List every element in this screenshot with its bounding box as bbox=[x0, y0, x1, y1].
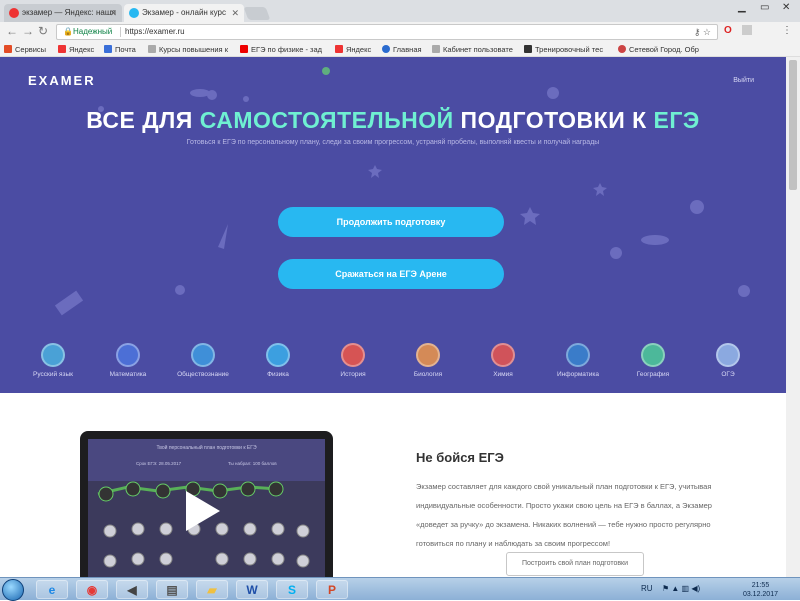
word-icon[interactable]: W bbox=[236, 580, 268, 599]
bookmark-item[interactable]: Сервисы bbox=[4, 42, 46, 57]
scrollbar-thumb[interactable] bbox=[789, 60, 797, 190]
flask-icon bbox=[491, 343, 515, 367]
key-star-icons[interactable]: ⚷ ☆ bbox=[694, 25, 711, 39]
address-bar[interactable]: 🔒 Надежный https://examer.ru ⚷ ☆ bbox=[56, 24, 718, 40]
minimize-icon[interactable]: ▁ bbox=[738, 2, 746, 13]
subject-russian[interactable]: Русский язык bbox=[13, 343, 93, 378]
subject-chemistry[interactable]: Химия bbox=[463, 343, 543, 378]
globe-icon bbox=[641, 343, 665, 367]
scales-icon bbox=[191, 343, 215, 367]
bookmark-item[interactable]: Курсы повышения к bbox=[148, 42, 228, 57]
page-title: ВСЕ ДЛЯ САМОСТОЯТЕЛЬНОЙ ПОДГОТОВКИ К ЕГЭ bbox=[86, 107, 700, 133]
forward-icon[interactable]: → bbox=[22, 24, 34, 38]
secure-label: Надежный bbox=[73, 27, 113, 36]
youtube-icon bbox=[240, 45, 248, 53]
yandex-icon bbox=[58, 45, 66, 53]
subject-social[interactable]: Обществознание bbox=[163, 343, 243, 378]
subtitle: Готовься к ЕГЭ по персональному плану, с… bbox=[186, 139, 600, 146]
close-icon[interactable]: ✕ bbox=[231, 4, 239, 22]
book-icon bbox=[41, 343, 65, 367]
monitor-icon bbox=[566, 343, 590, 367]
powerpoint-icon[interactable]: P bbox=[316, 580, 348, 599]
subject-biology[interactable]: Биология bbox=[388, 343, 468, 378]
bookmark-item[interactable]: Тренировочный тес bbox=[524, 42, 603, 57]
examer-icon bbox=[129, 8, 139, 18]
media-icon[interactable]: ◀ bbox=[116, 580, 148, 599]
subject-informatics[interactable]: Информатика bbox=[538, 343, 618, 378]
clock[interactable]: 21:55 03.12.2017 bbox=[743, 581, 778, 599]
calculator-icon bbox=[116, 343, 140, 367]
back-icon[interactable]: ← bbox=[6, 24, 18, 38]
page-icon bbox=[432, 45, 440, 53]
logo[interactable]: EXAMER bbox=[28, 73, 96, 88]
tab-title: Экзамер - онлайн курс bbox=[142, 8, 227, 17]
ie-icon[interactable]: e bbox=[36, 580, 68, 599]
tab-bar: экзамер — Яндекс: нашл ✕ Экзамер - онлай… bbox=[0, 0, 800, 22]
kremlin-icon bbox=[341, 343, 365, 367]
divider bbox=[120, 27, 121, 37]
arena-button[interactable]: Сражаться на ЕГЭ Арене bbox=[278, 259, 504, 289]
bookmarks-bar: Сервисы Яндекс Почта Курсы повышения к Е… bbox=[0, 42, 800, 57]
continue-button[interactable]: Продолжить подготовку bbox=[278, 207, 504, 237]
date: 03.12.2017 bbox=[742, 591, 778, 598]
bookmark-item[interactable]: Яндекс bbox=[58, 42, 94, 57]
taskbar: e ◉ ◀ ▤ ▰ W S P RU ⚑ ▲ ▥ ◀) 21:55 03.12.… bbox=[0, 577, 800, 601]
close-icon[interactable]: ✕ bbox=[109, 4, 117, 22]
maximize-icon[interactable]: ▭ bbox=[760, 2, 769, 13]
play-icon[interactable] bbox=[186, 491, 220, 531]
logout-link[interactable]: Выйти bbox=[733, 77, 754, 84]
reload-icon[interactable]: ↻ bbox=[38, 24, 48, 38]
folder-icon[interactable]: ▰ bbox=[196, 580, 228, 599]
yandex-icon bbox=[9, 8, 19, 18]
extension-icon[interactable] bbox=[742, 25, 752, 35]
new-tab-button[interactable] bbox=[243, 7, 271, 20]
yandex-icon bbox=[335, 45, 343, 53]
chrome-icon[interactable]: ◉ bbox=[76, 580, 108, 599]
subject-geography[interactable]: География bbox=[613, 343, 693, 378]
build-plan-button[interactable]: Построить свой план подготовки bbox=[506, 552, 644, 576]
time: 21:55 bbox=[751, 582, 770, 589]
book-icon bbox=[716, 343, 740, 367]
lock-icon: 🔒 bbox=[63, 27, 73, 36]
bookmark-item[interactable]: Кабинет пользовате bbox=[432, 42, 513, 57]
apps-icon bbox=[4, 45, 12, 53]
bookmark-item[interactable]: Почта bbox=[104, 42, 136, 57]
menu-icon[interactable]: ⋮ bbox=[782, 25, 792, 36]
subject-math[interactable]: Математика bbox=[88, 343, 168, 378]
tray-icons[interactable]: ⚑ ▲ ▥ ◀) bbox=[662, 584, 700, 593]
skype-icon[interactable]: S bbox=[276, 580, 308, 599]
tab-examer[interactable]: Экзамер - онлайн курс ✕ bbox=[124, 4, 244, 22]
language-indicator[interactable]: RU bbox=[641, 584, 653, 593]
hero-section: EXAMER Выйти ВСЕ ДЛЯ САМОСТОЯТЕЛЬНОЙ ПОД… bbox=[0, 57, 786, 393]
section-title: Не бойся ЕГЭ bbox=[416, 450, 504, 465]
atom-icon bbox=[266, 343, 290, 367]
subject-oge[interactable]: ОГЭ bbox=[688, 343, 768, 378]
city-icon bbox=[618, 45, 626, 53]
subject-physics[interactable]: Физика bbox=[238, 343, 318, 378]
edu-icon bbox=[524, 45, 532, 53]
tab-title: экзамер — Яндекс: нашл bbox=[22, 8, 116, 17]
subject-history[interactable]: История bbox=[313, 343, 393, 378]
tab-yandex[interactable]: экзамер — Яндекс: нашл ✕ bbox=[4, 4, 122, 22]
bookmark-item[interactable]: Яндекс bbox=[335, 42, 371, 57]
bookmark-item[interactable]: Главная bbox=[382, 42, 422, 57]
notepad-icon[interactable]: ▤ bbox=[156, 580, 188, 599]
browser-toolbar: ← → ↻ 🔒 Надежный https://examer.ru ⚷ ☆ O… bbox=[0, 22, 800, 42]
mail-icon bbox=[104, 45, 112, 53]
section-text: Экзамер составляет для каждого свой уник… bbox=[416, 482, 712, 548]
start-button[interactable] bbox=[2, 579, 24, 601]
window-close-icon[interactable]: ✕ bbox=[782, 2, 790, 13]
url-text[interactable]: https://examer.ru bbox=[125, 25, 185, 39]
opera-extension-icon[interactable]: O bbox=[724, 25, 732, 36]
plant-icon bbox=[416, 343, 440, 367]
globe-icon bbox=[382, 45, 390, 53]
bookmark-item[interactable]: ЕГЭ по физике - зад bbox=[240, 42, 322, 57]
page-icon bbox=[148, 45, 156, 53]
bookmark-item[interactable]: Сетевой Город. Обр bbox=[618, 42, 699, 57]
